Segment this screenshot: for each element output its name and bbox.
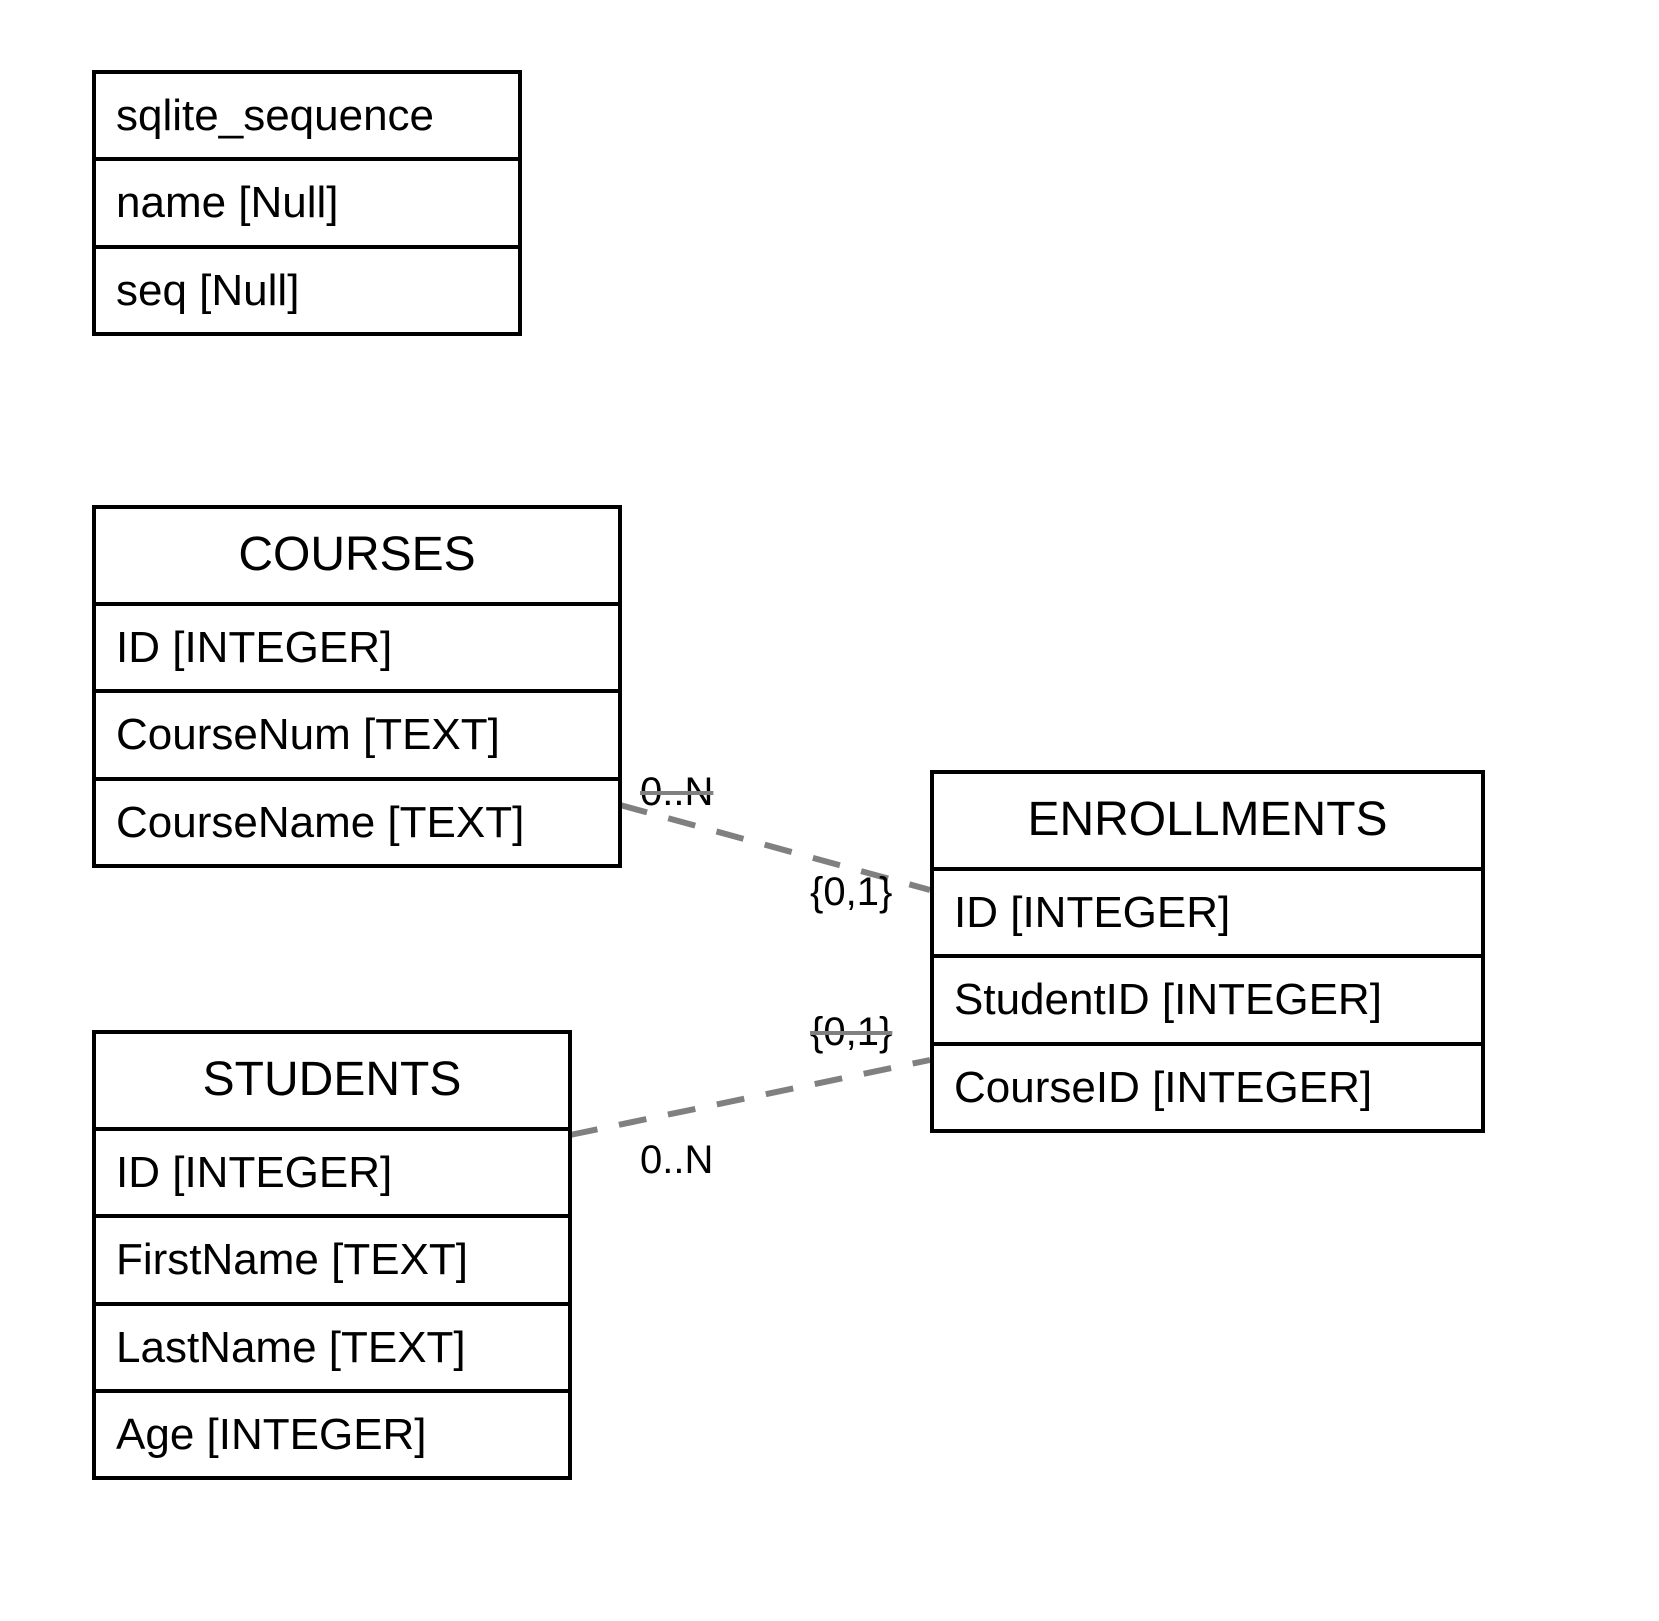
entity-field: ID [INTEGER] [934,871,1481,958]
relation-line-students-enrollments [570,1060,930,1135]
entity-title: sqlite_sequence [96,74,518,161]
entity-field: ID [INTEGER] [96,606,618,693]
entity-field: LastName [TEXT] [96,1306,568,1393]
cardinality-label: 0..N [640,1138,713,1183]
entity-title: STUDENTS [96,1034,568,1131]
cardinality-label: {0,1} [810,870,892,915]
entity-title: ENROLLMENTS [934,774,1481,871]
entity-field: FirstName [TEXT] [96,1218,568,1305]
entity-field: name [Null] [96,161,518,248]
entity-field: StudentID [INTEGER] [934,958,1481,1045]
entity-title: COURSES [96,509,618,606]
entity-sqlite-sequence: sqlite_sequence name [Null] seq [Null] [92,70,522,336]
entity-courses: COURSES ID [INTEGER] CourseNum [TEXT] Co… [92,505,622,868]
entity-field: CourseNum [TEXT] [96,693,618,780]
entity-field: seq [Null] [96,249,518,332]
entity-field: ID [INTEGER] [96,1131,568,1218]
entity-field: Age [INTEGER] [96,1393,568,1476]
entity-students: STUDENTS ID [INTEGER] FirstName [TEXT] L… [92,1030,572,1480]
er-diagram-canvas: sqlite_sequence name [Null] seq [Null] C… [0,0,1659,1621]
entity-field: CourseID [INTEGER] [934,1046,1481,1129]
entity-enrollments: ENROLLMENTS ID [INTEGER] StudentID [INTE… [930,770,1485,1133]
entity-field: CourseName [TEXT] [96,781,618,864]
cardinality-label: 0..N [640,770,713,815]
cardinality-label: {0,1} [810,1010,892,1055]
